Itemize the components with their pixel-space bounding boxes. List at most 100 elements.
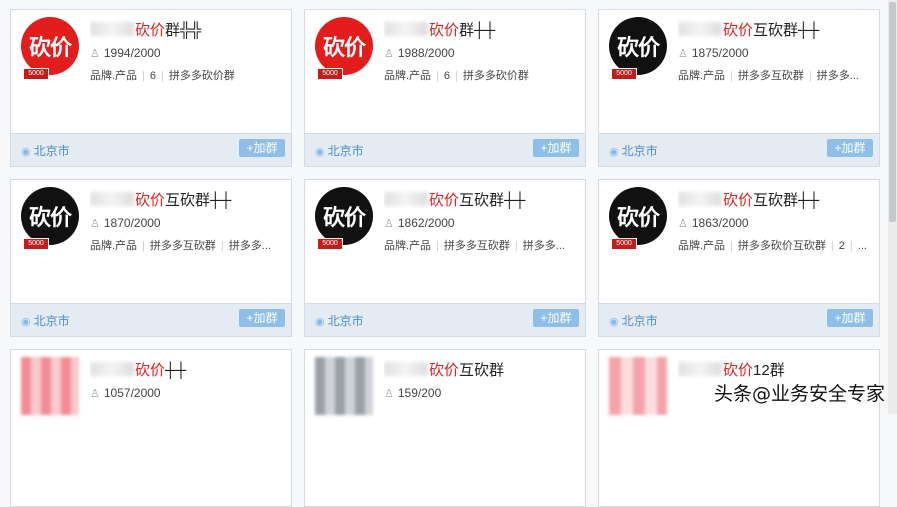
redacted-name (384, 192, 428, 206)
group-card[interactable]: 砍价 5000 砍价群╬╬ ♙ 1994/2000 品牌.产品 | 6 | 拼多多砍价群 ◉ 北京市 +… (10, 9, 292, 167)
member-count-value: 1862/2000 (397, 216, 455, 230)
location[interactable]: ◉ 北京市 (609, 142, 658, 159)
group-tag: 品牌.产品 (384, 240, 432, 252)
group-tag: 拼多多互砍群 (737, 70, 804, 82)
tag-separator: | (730, 240, 733, 252)
card-footer: ◉ 北京市 +加群 (11, 133, 291, 166)
group-tag: 拼多多... (816, 70, 859, 82)
member-count: ♙ 1875/2000 (678, 46, 749, 60)
capacity-badge: 5000 (611, 68, 637, 80)
location[interactable]: ◉ 北京市 (609, 312, 658, 329)
title-keyword: 砍价 (135, 192, 166, 209)
group-tag: 拼多多互砍群 (443, 240, 510, 252)
group-card[interactable]: 砍价 5000 砍价互砍群┼┼ ♙ 1862/2000 品牌.产品 | 拼多多互砍群 | 拼多多.… (304, 179, 586, 337)
group-avatar[interactable]: 砍价 (609, 17, 667, 75)
location[interactable]: ◉ 北京市 (315, 312, 364, 329)
group-tag: 品牌.产品 (384, 70, 432, 82)
title-keyword: 砍价 (429, 192, 460, 209)
member-count-value: 1988/2000 (397, 46, 455, 60)
group-card[interactable]: 砍价 5000 砍价群┼┼ ♙ 1988/2000 品牌.产品 | 6 | 拼多多砍价群 ◉ 北京市 +… (304, 9, 586, 167)
member-count: ♙ 159/200 (384, 386, 441, 400)
member-count: ♙ 1988/2000 (384, 46, 455, 60)
tag-separator: | (436, 240, 439, 252)
capacity-badge: 5000 (23, 238, 49, 250)
group-card[interactable]: 砍价12群 (598, 349, 880, 507)
group-title[interactable]: 砍价群┼┼ (384, 19, 579, 39)
member-count: ♙ 1870/2000 (90, 216, 161, 230)
group-tags: 品牌.产品 | 6 | 拼多多砍价群 (90, 67, 288, 83)
group-card[interactable]: 砍价 5000 砍价互砍群┼┼ ♙ 1875/2000 品牌.产品 | 拼多多互砍群 | 拼多多.… (598, 9, 880, 167)
people-icon: ♙ (90, 388, 100, 400)
title-suffix: 互砍群┼┼ (165, 192, 232, 209)
location[interactable]: ◉ 北京市 (21, 312, 70, 329)
tag-separator: | (730, 70, 733, 82)
group-card[interactable]: 砍价 5000 砍价互砍群┼┼ ♙ 1863/2000 品牌.产品 | 拼多多砍价互砍群 | 2 |… (598, 179, 880, 337)
capacity-badge: 5000 (611, 238, 637, 250)
join-group-button[interactable]: +加群 (827, 139, 873, 157)
group-tag: 6 (443, 70, 451, 82)
avatar-text: 砍价 (322, 36, 366, 61)
capacity-badge: 5000 (23, 68, 49, 80)
scrollbar-thumb[interactable] (889, 2, 896, 222)
join-group-button[interactable]: +加群 (533, 139, 579, 157)
redacted-name (678, 22, 722, 36)
group-avatar[interactable]: 砍价 (609, 187, 667, 245)
group-title[interactable]: 砍价互砍群 (384, 359, 579, 379)
group-tag: 2 (838, 240, 845, 252)
tag-separator: | (436, 70, 439, 82)
group-title[interactable]: 砍价互砍群┼┼ (678, 189, 873, 209)
group-title[interactable]: 砍价12群 (678, 359, 873, 379)
redacted-name (678, 192, 722, 206)
people-icon: ♙ (90, 218, 100, 230)
redacted-name (90, 192, 134, 206)
join-group-button[interactable]: +加群 (533, 309, 579, 327)
group-tag: 品牌.产品 (90, 70, 138, 82)
title-suffix: ┼┼ (165, 362, 187, 379)
join-group-button[interactable]: +加群 (827, 309, 873, 327)
card-body: 砍价 5000 砍价群┼┼ ♙ 1988/2000 品牌.产品 | 6 | 拼多多砍价群 (305, 10, 585, 136)
member-count-value: 1875/2000 (691, 46, 749, 60)
tag-separator: | (455, 70, 458, 82)
group-card[interactable]: 砍价互砍群 ♙ 159/200 (304, 349, 586, 507)
group-tag: ... (857, 240, 867, 252)
group-card[interactable]: 砍价 5000 砍价互砍群┼┼ ♙ 1870/2000 品牌.产品 | 拼多多互砍群 | 拼多多.… (10, 179, 292, 337)
member-count: ♙ 1863/2000 (678, 216, 749, 230)
group-title[interactable]: 砍价群╬╬ (90, 19, 285, 39)
title-keyword: 砍价 (135, 22, 166, 39)
member-count-value: 1057/2000 (103, 386, 161, 400)
location-label: 北京市 (327, 144, 364, 158)
group-avatar[interactable] (315, 357, 373, 415)
group-title[interactable]: 砍价互砍群┼┼ (90, 189, 285, 209)
group-avatar[interactable]: 砍价 (21, 187, 79, 245)
member-count-value: 1994/2000 (103, 46, 161, 60)
people-icon: ♙ (90, 48, 100, 60)
redacted-name (90, 362, 134, 376)
group-title[interactable]: 砍价互砍群┼┼ (678, 19, 873, 39)
title-keyword: 砍价 (723, 192, 754, 209)
group-tags: 品牌.产品 | 6 | 拼多多砍价群 (384, 67, 582, 83)
tag-separator: | (161, 70, 164, 82)
title-suffix: 互砍群 (459, 362, 505, 379)
card-footer: ◉ 北京市 +加群 (305, 303, 585, 336)
people-icon: ♙ (384, 388, 394, 400)
group-title[interactable]: 砍价互砍群┼┼ (384, 189, 579, 209)
group-avatar[interactable]: 砍价 (315, 17, 373, 75)
scrollbar[interactable] (888, 0, 897, 414)
group-avatar[interactable]: 砍价 (21, 17, 79, 75)
group-card[interactable]: 砍价┼┼ ♙ 1057/2000 (10, 349, 292, 507)
location[interactable]: ◉ 北京市 (21, 142, 70, 159)
location[interactable]: ◉ 北京市 (315, 142, 364, 159)
redacted-name (678, 362, 722, 376)
card-footer: ◉ 北京市 +加群 (599, 133, 879, 166)
join-group-button[interactable]: +加群 (239, 139, 285, 157)
tag-separator: | (808, 70, 812, 82)
group-avatar[interactable]: 砍价 (315, 187, 373, 245)
group-tag: 拼多多砍价群 (462, 70, 529, 82)
group-tag: 品牌.产品 (90, 240, 138, 252)
group-title[interactable]: 砍价┼┼ (90, 359, 285, 379)
capacity-badge: 5000 (317, 68, 343, 80)
group-avatar[interactable] (21, 357, 79, 415)
group-avatar[interactable] (609, 357, 667, 415)
title-suffix: 群┼┼ (459, 22, 496, 39)
join-group-button[interactable]: +加群 (239, 309, 285, 327)
